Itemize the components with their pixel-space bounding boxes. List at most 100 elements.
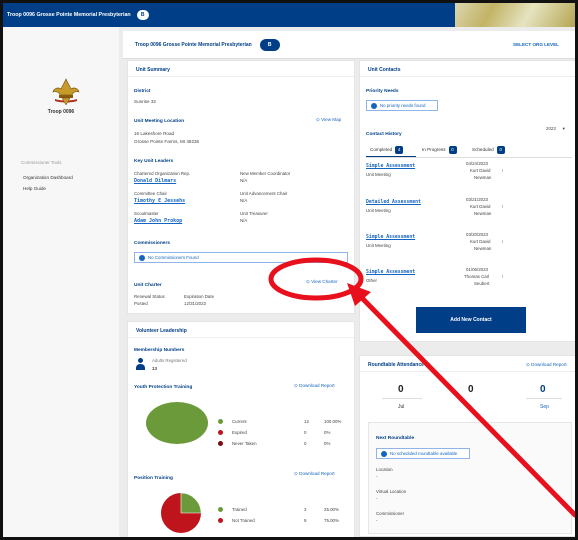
no-commissioners-text: No Commissioners Found (148, 255, 199, 261)
legend-dot-trained (218, 507, 223, 512)
ypt-never-pct: 0% (324, 441, 331, 446)
tab-in-progress[interactable]: In Progress 0 (422, 146, 457, 154)
no-priority-text: No priority needs found (380, 103, 426, 109)
position-pie-chart (161, 492, 202, 533)
contact-kind: Unit Meeting (366, 172, 391, 177)
pos-trained-pct: 25.00% (324, 507, 339, 512)
contact-kind: Unit Meeting (366, 208, 391, 213)
ypt-pie-chart (146, 402, 208, 444)
chevron-down-icon: ▼ (561, 126, 566, 131)
renewal-status-value: Posted (134, 301, 148, 306)
unit-summary-card: Unit Summary District Sunrise 32 Unit Me… (127, 60, 355, 314)
month-count: 0 (468, 384, 474, 395)
unit-contacts-title: Unit Contacts (360, 61, 575, 77)
leader-name-link[interactable]: Adam John Prokop (134, 218, 182, 224)
contact-kind: Unit Meeting (366, 243, 391, 248)
roundtable-attendance-card: Roundtable Attendance ⊙ Download Report … (359, 355, 575, 537)
leader-name-link[interactable]: Timothy E Jessehs (134, 198, 185, 204)
tab-scheduled[interactable]: Scheduled 0 (472, 146, 505, 154)
sidebar-item-help-guide[interactable]: Help Guide (23, 186, 46, 191)
unit-header: Troop 0096 Grosse Pointe Memorial Presby… (123, 31, 575, 59)
person-icon-head (138, 358, 143, 363)
leader-name-link[interactable]: Donald Dilmars (134, 178, 176, 184)
screenshot-frame: Troop 0096 Grosse Pointe Memorial Presby… (0, 0, 578, 540)
ypt-current-pct: 100.00% (324, 419, 342, 424)
leader-role: Scoutmaster (134, 211, 159, 216)
view-charter-link[interactable]: ⊙ View Charter (306, 279, 338, 285)
view-charter-label: View Charter (311, 279, 338, 284)
add-new-contact-button[interactable]: Add New Contact (416, 307, 526, 333)
contact-by-last: Newman (474, 246, 492, 251)
troop-name: Troop 0096 (47, 109, 75, 115)
contact-type-link[interactable]: Simple Assessment (366, 235, 415, 240)
leader-role: New Member Coordinator (240, 171, 291, 176)
expiration-date-value: 12/31/2023 (184, 301, 206, 306)
adults-registered-label: Adults Registered (152, 358, 187, 363)
contact-type-link[interactable]: Simple Assessment (366, 164, 415, 169)
unit-charter-label: Unit Charter (134, 283, 162, 288)
unit-contacts-card: Unit Contacts Priority Needs No priority… (359, 60, 575, 342)
roundtable-download-link[interactable]: ⊙ Download Report (526, 362, 567, 368)
pie-slice-current (146, 402, 208, 444)
ypt-current-label: Current (232, 419, 247, 424)
tab-in-progress-label: In Progress (422, 147, 446, 152)
month-label: Jul (398, 404, 405, 410)
address-line-2: Grosse Pointe Farms, MI 48236 (134, 139, 200, 144)
year-select[interactable]: 2023 ▼ (546, 126, 566, 131)
contact-more-icon[interactable]: ⁝ (502, 168, 503, 174)
contact-date: 01/06/2023 (466, 267, 488, 272)
leader-role: Unit Treasurer (240, 211, 268, 216)
person-icon (136, 358, 145, 370)
contact-more-icon[interactable]: ⁝ (502, 274, 503, 280)
address-line-1: 16 Lakeshore Road (134, 131, 175, 136)
contact-more-icon[interactable]: ⁝ (502, 239, 503, 245)
contact-by-first: Thomas Carl (464, 274, 490, 279)
leader-role: Chartered Organization Rep. (134, 171, 191, 176)
contact-type-link[interactable]: Simple Assessment (366, 270, 415, 275)
ypt-expired-label: Expired (232, 430, 247, 435)
person-icon-body (136, 364, 145, 370)
unit-summary-title: Unit Summary (128, 61, 354, 77)
tab-in-progress-count: 0 (448, 146, 457, 154)
contact-by-first: Kurt David (470, 204, 491, 209)
view-map-label: View Map (321, 117, 342, 122)
unit-badge[interactable]: B (136, 10, 149, 20)
leader-name: N/A (240, 198, 248, 203)
contact-more-icon[interactable]: ⁝ (502, 204, 503, 210)
ypt-never-count: 0 (304, 441, 307, 446)
pos-trained-label: Trained (232, 507, 247, 512)
contact-history-label: Contact History (366, 132, 402, 137)
no-roundtable-text: No scheduled roundtable available (390, 451, 458, 457)
next-roundtable-label: Next Roundtable (376, 436, 415, 441)
no-roundtable-notice: No scheduled roundtable available (376, 448, 470, 459)
header-decoration (455, 3, 575, 27)
sidebar-item-organization-dashboard[interactable]: Organization Dashboard (23, 175, 73, 180)
contact-date: 03/20/2023 (466, 232, 488, 237)
virtual-location-label: Virtual Location (376, 489, 407, 494)
contact-by-last: Seubert (474, 281, 490, 286)
adults-registered-value: 13 (152, 366, 157, 371)
unit-header-title: Troop 0096 Grosse Pointe Memorial Presby… (135, 41, 252, 48)
tab-completed[interactable]: Completed 4 (370, 146, 404, 154)
contact-date: 03/21/2023 (466, 197, 488, 202)
tabs-divider (366, 157, 572, 158)
contact-date: 04/24/2023 (466, 161, 488, 166)
month-count: 0 (398, 384, 404, 395)
select-org-level-button[interactable]: SELECT ORG LEVEL (513, 42, 559, 47)
contact-by-last: Newman (474, 175, 492, 180)
pie-slice-trained (180, 492, 202, 514)
ypt-download-label: Download Report (299, 383, 335, 388)
pos-download-report-link[interactable]: ⊙ Download Report (294, 471, 335, 477)
location-label: Location (376, 467, 393, 472)
leader-role: Committee Chair (134, 191, 167, 196)
view-map-link[interactable]: ⊙ View Map (316, 117, 341, 123)
youth-protection-label: Youth Protection Training (134, 385, 193, 390)
unit-header-badge[interactable]: B (259, 38, 280, 51)
month-divider (526, 398, 562, 399)
contact-type-link[interactable]: Detailed Assessment (366, 200, 421, 205)
no-priority-notice: No priority needs found (366, 100, 438, 111)
ypt-download-report-link[interactable]: ⊙ Download Report (294, 383, 335, 389)
pos-not-trained-pct: 75.00% (324, 518, 339, 523)
top-bar: Troop 0096 Grosse Pointe Memorial Presby… (3, 3, 575, 27)
virtual-location-value: - (376, 496, 378, 501)
